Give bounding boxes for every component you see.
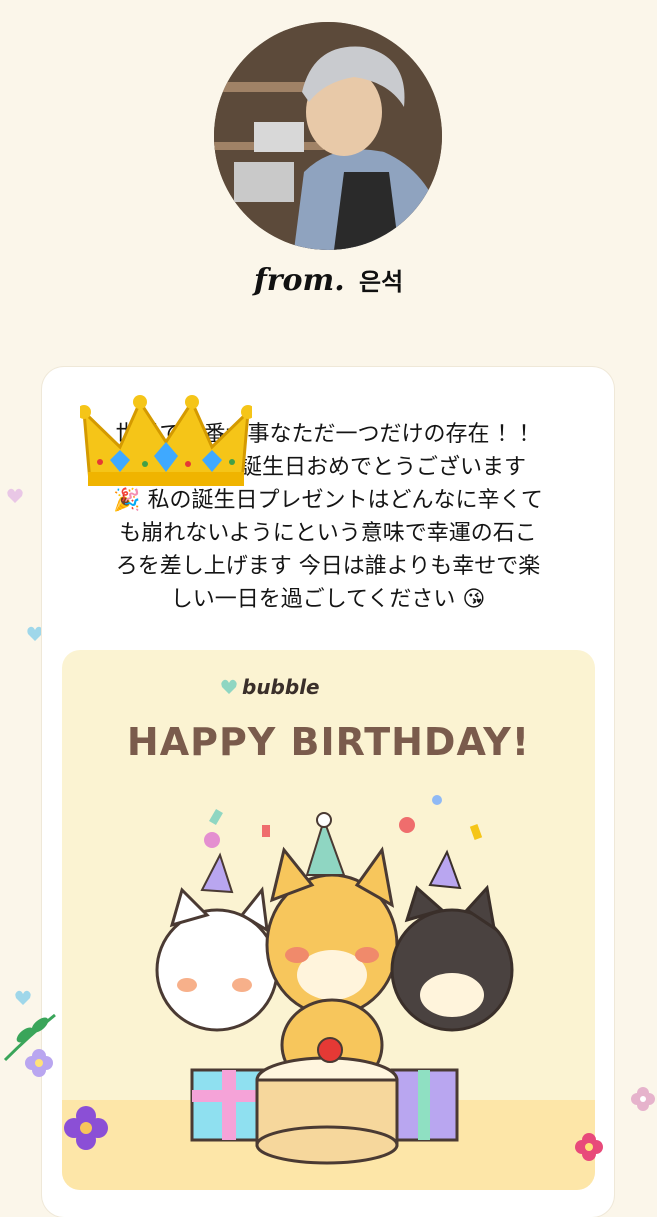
bubble-logo: bubble — [220, 672, 320, 702]
birthday-headline: HAPPY BIRTHDAY! — [126, 720, 531, 764]
avatar-photo — [214, 22, 442, 250]
brand-name: bubble — [242, 675, 320, 699]
heart-icon — [7, 488, 23, 503]
crown-icon — [80, 395, 252, 486]
flower-icon — [64, 1106, 108, 1150]
sender-name: 은석 — [359, 268, 404, 296]
flower-icon — [631, 1087, 655, 1111]
dogs-illustration — [155, 795, 514, 1165]
flower-icon — [575, 1133, 603, 1161]
sender-line: from. 은석 — [0, 262, 657, 298]
sender-avatar[interactable] — [214, 22, 442, 250]
heart-icon — [221, 679, 237, 694]
from-label: from. — [253, 263, 345, 298]
heart-icon — [15, 990, 31, 1005]
flower-icon — [25, 1049, 53, 1077]
